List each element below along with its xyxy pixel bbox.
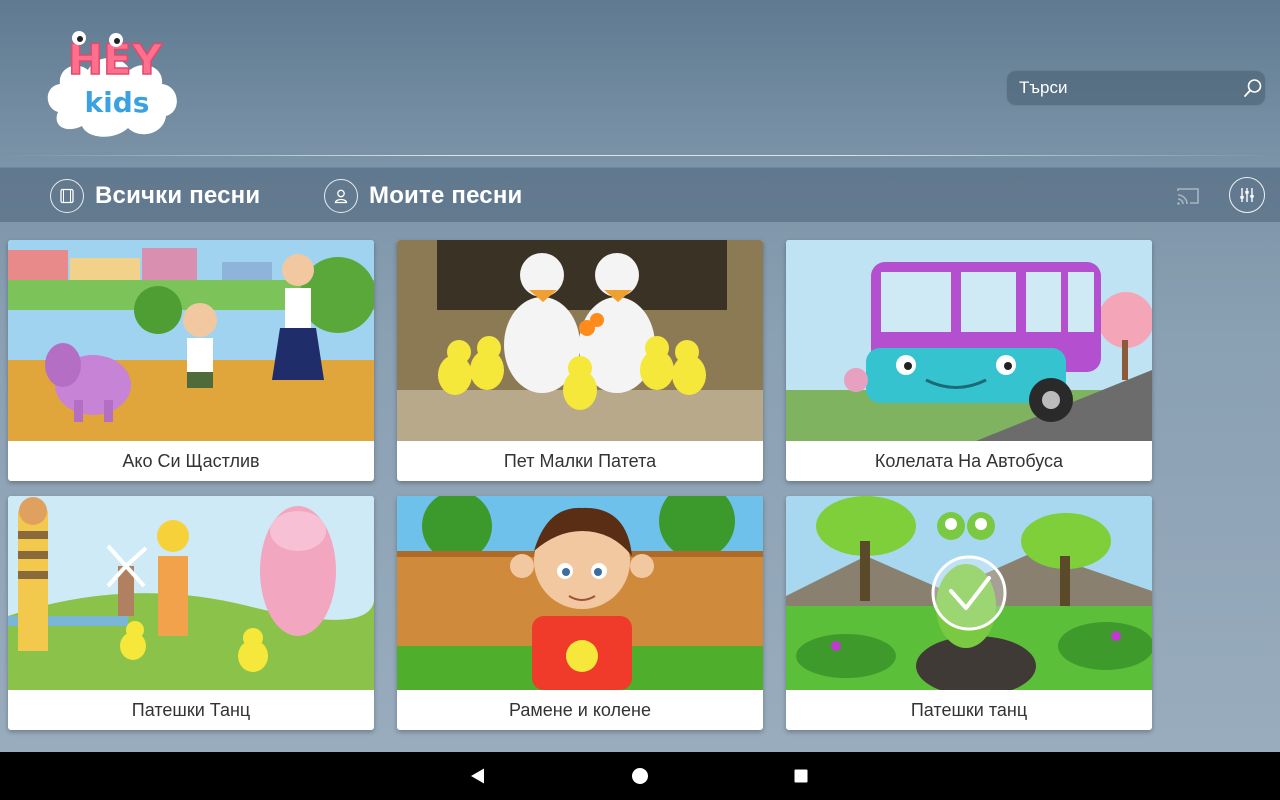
system-nav-bar — [0, 752, 1280, 800]
search-input[interactable] — [1007, 71, 1240, 105]
song-thumbnail — [786, 240, 1152, 441]
song-thumbnail — [8, 496, 374, 690]
user-icon — [324, 178, 358, 213]
app-screen: HEY kids Търси Всички песни Моите песни … — [0, 0, 1280, 752]
song-card[interactable]: Патешки Танц — [8, 496, 374, 730]
tab-all-songs-label: Всички песни — [95, 181, 261, 209]
song-thumbnail — [397, 496, 763, 690]
tab-all-songs[interactable]: Всички песни — [50, 168, 260, 223]
equalizer-icon[interactable] — [1229, 177, 1265, 213]
tab-my-songs[interactable]: Моите песни — [324, 168, 523, 223]
song-title: Колелата На Автобуса — [874, 450, 1064, 471]
svg-text:kids: kids — [85, 86, 150, 119]
recents-square-icon[interactable] — [781, 760, 821, 792]
song-title: Рамене и колене — [509, 699, 651, 720]
search-icon[interactable] — [1240, 71, 1265, 105]
song-card[interactable]: Колелата На Автобуса — [786, 240, 1152, 481]
song-title: Патешки Танц — [131, 699, 251, 720]
cast-icon[interactable] — [1172, 180, 1204, 212]
back-triangle-icon[interactable] — [458, 760, 498, 792]
tab-bar: Всички песни Моите песни — [0, 167, 1280, 222]
song-card[interactable]: Патешки танц — [786, 496, 1152, 730]
film-icon — [50, 178, 84, 213]
song-title: Ако Си Щастлив — [122, 450, 260, 471]
song-title: Пет Малки Патета — [503, 450, 657, 471]
downloaded-check-icon — [931, 555, 1007, 631]
search-bar[interactable] — [1006, 70, 1266, 106]
header-divider — [0, 155, 1280, 156]
song-card[interactable]: Пет Малки Патета — [397, 240, 763, 481]
header: HEY kids — [0, 0, 1280, 166]
song-card[interactable]: Ако Си Щастлив — [8, 240, 374, 481]
song-title: Патешки танц — [910, 699, 1028, 720]
hey-kids-logo: HEY kids — [44, 16, 186, 140]
song-card[interactable]: Рамене и колене — [397, 496, 763, 730]
home-circle-icon[interactable] — [620, 760, 660, 792]
tab-my-songs-label: Моите песни — [369, 181, 523, 209]
song-thumbnail — [8, 240, 374, 441]
song-thumbnail — [397, 240, 763, 441]
song-thumbnail — [786, 496, 1152, 690]
